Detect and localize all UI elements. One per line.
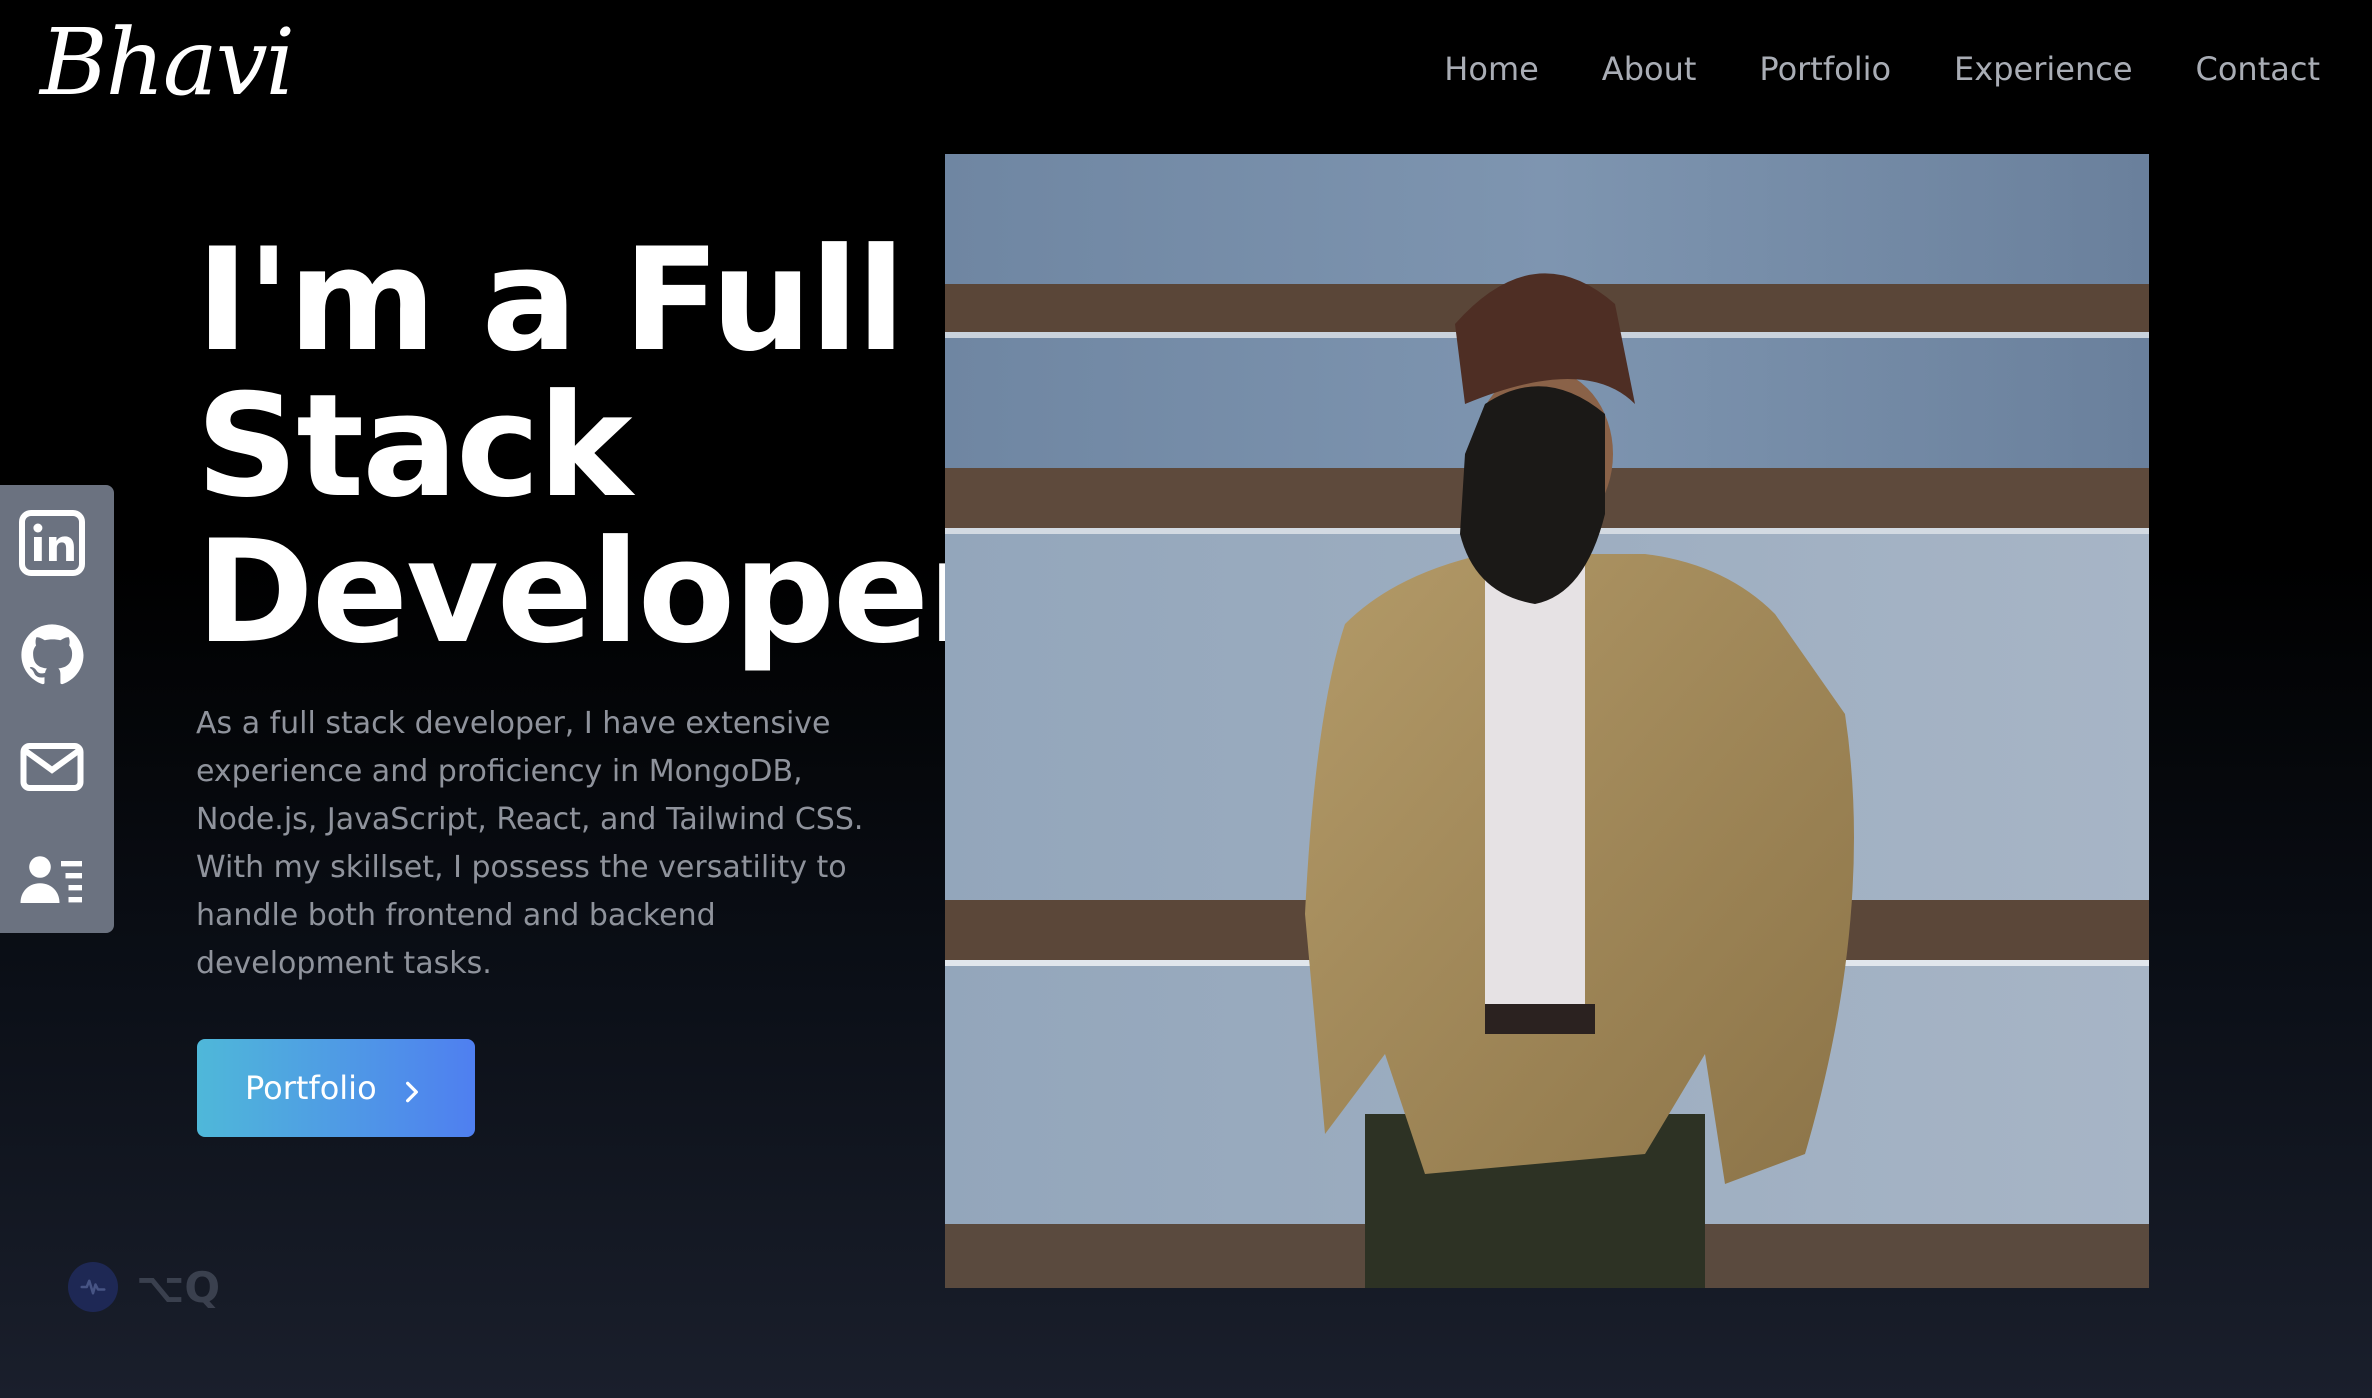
github-icon[interactable] [16, 619, 88, 691]
nav-about[interactable]: About [1602, 50, 1697, 88]
shortcut-text: ⌥Q [136, 1262, 221, 1312]
profile-photo [945, 154, 2149, 1288]
hero-title: I'm a Full Stack Developer [196, 218, 997, 675]
shortcut-widget[interactable]: ⌥Q [68, 1262, 220, 1312]
main-nav: Home About Portfolio Experience Contact [1444, 50, 2320, 88]
waveform-icon [68, 1262, 118, 1312]
nav-contact[interactable]: Contact [2196, 50, 2321, 88]
portfolio-button-label: Portfolio [245, 1069, 377, 1107]
hero-title-line-2: Stack [196, 364, 633, 529]
hero-title-line-1: I'm a Full [196, 218, 905, 383]
linkedin-icon[interactable] [16, 507, 88, 579]
resume-icon[interactable] [16, 843, 88, 915]
hero-description: As a full stack developer, I have extens… [196, 706, 864, 981]
portfolio-button[interactable]: Portfolio [197, 1039, 475, 1137]
chevron-right-icon [399, 1075, 425, 1103]
nav-experience[interactable]: Experience [1954, 50, 2132, 88]
nav-portfolio[interactable]: Portfolio [1759, 50, 1891, 88]
nav-home[interactable]: Home [1444, 50, 1539, 88]
mail-icon[interactable] [16, 731, 88, 803]
hero-title-line-3: Developer [196, 510, 997, 675]
social-sidebar [0, 485, 114, 933]
logo[interactable]: Bhavi [40, 8, 295, 118]
